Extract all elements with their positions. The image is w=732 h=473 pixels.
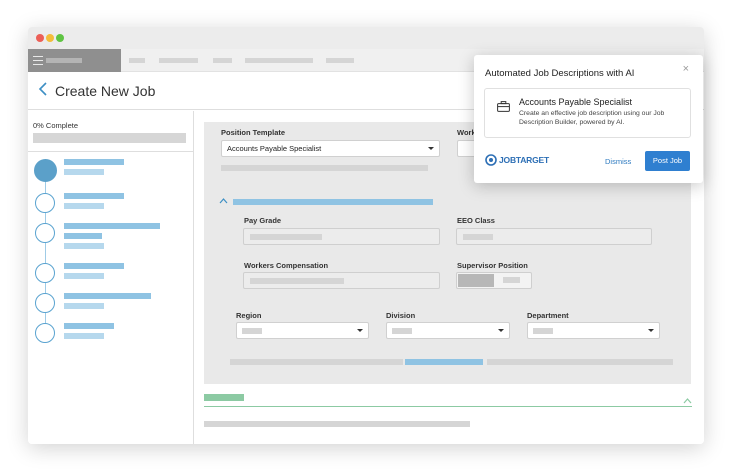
supervisor-value bbox=[503, 277, 520, 283]
chevron-down-icon bbox=[648, 329, 654, 332]
nav-item-3[interactable] bbox=[213, 58, 232, 63]
step-4-subtitle bbox=[64, 273, 104, 279]
chevron-down-icon bbox=[357, 329, 363, 332]
nav-item-1[interactable] bbox=[129, 58, 145, 63]
footer-bar-left bbox=[230, 359, 403, 365]
post-job-button[interactable]: Post Job bbox=[645, 151, 690, 171]
step-3-indicator[interactable] bbox=[35, 223, 55, 243]
ai-description-popup: Automated Job Descriptions with AI × Acc… bbox=[474, 55, 703, 183]
position-template-select[interactable]: Accounts Payable Specialist bbox=[221, 140, 440, 157]
field-hint bbox=[221, 165, 428, 171]
progress-text: 0% Complete bbox=[33, 121, 79, 130]
card-title: Accounts Payable Specialist bbox=[519, 97, 633, 107]
menu-placeholder bbox=[46, 58, 82, 63]
region-select[interactable] bbox=[236, 322, 369, 339]
supervisor-input[interactable] bbox=[456, 272, 532, 289]
hamburger-icon bbox=[33, 56, 43, 65]
step-1-indicator[interactable] bbox=[34, 159, 57, 182]
eeo-class-input[interactable] bbox=[456, 228, 652, 245]
pay-grade-label: Pay Grade bbox=[244, 216, 282, 225]
dismiss-button[interactable]: Dismiss bbox=[605, 157, 631, 166]
collapse-chevron-icon[interactable] bbox=[219, 196, 228, 206]
step-5-subtitle bbox=[64, 303, 104, 309]
popup-title: Automated Job Descriptions with AI bbox=[485, 68, 635, 79]
workers-label: Work bbox=[457, 128, 476, 137]
step-6-title[interactable] bbox=[64, 323, 114, 329]
close-window-button[interactable] bbox=[36, 34, 44, 42]
division-select[interactable] bbox=[386, 322, 510, 339]
eeo-class-value bbox=[463, 234, 493, 240]
nav-item-4[interactable] bbox=[245, 58, 313, 63]
section-header bbox=[233, 199, 433, 205]
chevron-down-icon bbox=[498, 329, 504, 332]
next-section-header bbox=[204, 394, 244, 401]
page-title: Create New Job bbox=[55, 83, 156, 99]
menu-button[interactable] bbox=[28, 49, 121, 72]
chevron-left-icon[interactable] bbox=[38, 82, 52, 98]
section-divider bbox=[204, 406, 692, 407]
maximize-window-button[interactable] bbox=[56, 34, 64, 42]
job-card[interactable]: Accounts Payable Specialist Create an ef… bbox=[484, 88, 691, 138]
position-template-label: Position Template bbox=[221, 128, 286, 137]
step-2-subtitle bbox=[64, 203, 104, 209]
department-value bbox=[533, 328, 553, 334]
briefcase-icon bbox=[497, 99, 510, 112]
eeo-class-label: EEO Class bbox=[457, 216, 495, 225]
minimize-window-button[interactable] bbox=[46, 34, 54, 42]
workers-comp-label: Workers Compensation bbox=[244, 261, 329, 270]
logo-mark-icon bbox=[485, 154, 497, 166]
card-description: Create an effective job description usin… bbox=[519, 110, 665, 126]
logo-text: JOBTARGET bbox=[499, 155, 549, 165]
division-label: Division bbox=[386, 311, 416, 320]
step-5-title[interactable] bbox=[64, 293, 151, 299]
step-3-subtitle bbox=[64, 233, 102, 239]
next-section-row bbox=[204, 421, 470, 427]
pay-grade-value bbox=[250, 234, 322, 240]
step-6-indicator[interactable] bbox=[35, 323, 55, 343]
close-icon[interactable]: × bbox=[683, 63, 689, 75]
step-3-subtitle-2 bbox=[64, 243, 104, 249]
progress-bar bbox=[33, 133, 186, 143]
chevron-down-icon bbox=[428, 147, 434, 150]
window-titlebar bbox=[28, 27, 704, 49]
expand-chevron-icon[interactable] bbox=[683, 396, 692, 406]
footer-bar-active[interactable] bbox=[405, 359, 483, 365]
step-3-title[interactable] bbox=[64, 223, 160, 229]
nav-item-5[interactable] bbox=[326, 58, 354, 63]
division-value bbox=[392, 328, 412, 334]
supervisor-chip bbox=[458, 274, 494, 287]
pay-grade-input[interactable] bbox=[243, 228, 440, 245]
step-2-title[interactable] bbox=[64, 193, 124, 199]
position-template-value: Accounts Payable Specialist bbox=[227, 144, 322, 153]
supervisor-label: Supervisor Position bbox=[457, 261, 528, 270]
nav-item-2[interactable] bbox=[159, 58, 198, 63]
workers-comp-input[interactable] bbox=[243, 272, 440, 289]
jobtarget-logo: JOBTARGET bbox=[485, 153, 555, 167]
region-label: Region bbox=[236, 311, 262, 320]
region-value bbox=[242, 328, 262, 334]
step-2-indicator[interactable] bbox=[35, 193, 55, 213]
step-5-indicator[interactable] bbox=[35, 293, 55, 313]
department-select[interactable] bbox=[527, 322, 660, 339]
workers-comp-value bbox=[250, 278, 344, 284]
step-6-subtitle bbox=[64, 333, 104, 339]
footer-bar-right bbox=[487, 359, 673, 365]
progress-sidebar: 0% Complete bbox=[28, 111, 194, 444]
step-1-title[interactable] bbox=[64, 159, 124, 165]
step-1-subtitle bbox=[64, 169, 104, 175]
department-label: Department bbox=[527, 311, 569, 320]
step-4-title[interactable] bbox=[64, 263, 124, 269]
step-4-indicator[interactable] bbox=[35, 263, 55, 283]
divider bbox=[28, 151, 193, 152]
